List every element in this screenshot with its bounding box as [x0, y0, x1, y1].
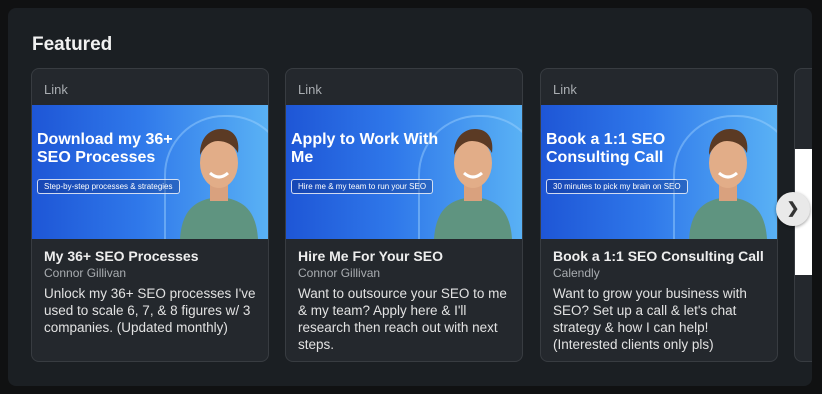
card-thumbnail: Book a 1:1 SEO Consulting Call 30 minute…	[541, 105, 777, 239]
card-title: Hire Me For Your SEO	[298, 248, 443, 264]
carousel-next-button[interactable]: ❯	[776, 192, 810, 226]
person-photo	[180, 129, 258, 239]
person-photo	[689, 129, 767, 239]
card-type-label: Link	[553, 82, 577, 97]
thumbnail-pill: 30 minutes to pick my brain on SEO	[546, 179, 688, 194]
card-title: Book a 1:1 SEO Consulting Call	[553, 248, 764, 264]
card-author: Connor Gillivan	[44, 266, 127, 280]
card-author: Calendly	[553, 266, 600, 280]
featured-card-consulting-call[interactable]: Link Book a 1:1 SEO Consulting Call 30 m…	[540, 68, 778, 362]
card-author: Connor Gillivan	[298, 266, 381, 280]
thumbnail-headline: Download my 36+ SEO Processes	[37, 131, 173, 166]
card-description: Want to outsource your SEO to me & my te…	[298, 286, 507, 352]
featured-section: Featured Link Download my 36+ SEO Proces…	[8, 8, 812, 386]
card-title: My 36+ SEO Processes	[44, 248, 199, 264]
thumbnail-pill: Step-by-step processes & strategies	[37, 179, 180, 194]
card-thumbnail: Download my 36+ SEO Processes Step-by-st…	[32, 105, 268, 239]
person-photo	[434, 129, 512, 239]
card-type-label: Link	[44, 82, 68, 97]
card-type-label: Link	[298, 82, 322, 97]
thumbnail-headline: Book a 1:1 SEO Consulting Call	[546, 131, 666, 166]
thumbnail-headline: Apply to Work With Me	[291, 131, 439, 166]
chevron-right-icon: ❯	[786, 200, 800, 217]
featured-card-seo-processes[interactable]: Link Download my 36+ SEO Processes Step-…	[31, 68, 269, 362]
card-thumbnail: Apply to Work With Me Hire me & my team …	[286, 105, 522, 239]
card-description: Unlock my 36+ SEO processes I've used to…	[44, 286, 256, 335]
section-title: Featured	[32, 34, 113, 55]
card-description: Want to grow your business with SEO? Set…	[553, 286, 747, 352]
featured-card-hire-me[interactable]: Link Apply to Work With Me Hire me & my …	[285, 68, 523, 362]
thumbnail-pill: Hire me & my team to run your SEO	[291, 179, 434, 194]
